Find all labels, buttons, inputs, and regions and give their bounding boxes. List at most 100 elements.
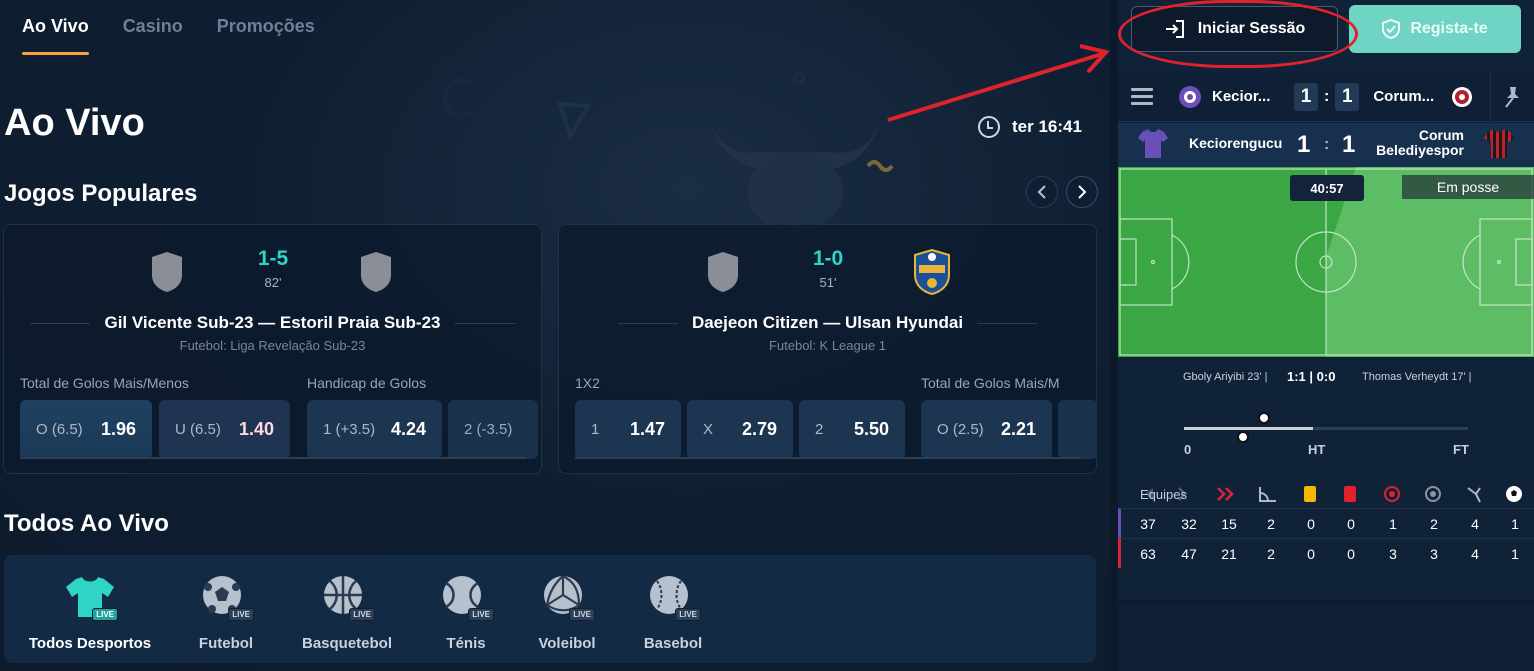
decorative-ring [442, 78, 482, 118]
market-label: 1X2 [575, 375, 600, 391]
right-panel-footer [1118, 600, 1534, 671]
odd-button[interactable]: 1 (+3.5) 4.24 [307, 400, 442, 459]
away-scorer: Thomas Verheydt 17' | [1362, 371, 1472, 383]
sport-filter-baseball[interactable]: LIVE Basebol [603, 573, 743, 652]
score-summary: 1:1 | 0:0 [1287, 369, 1336, 384]
football-icon: LIVE [198, 573, 254, 621]
match-timeline [1184, 427, 1468, 430]
scorebar-away-team: Corum... [1373, 88, 1435, 105]
match-score: 1-0 [812, 247, 844, 270]
shot-on-target-icon [1372, 483, 1412, 505]
baseball-icon: LIVE [645, 573, 701, 621]
market-label: Total de Golos Mais/M [921, 375, 1060, 391]
shield-check-icon [1382, 19, 1401, 39]
odd-button[interactable] [1058, 400, 1096, 459]
goal-icon [1494, 483, 1534, 505]
tab-casino[interactable]: Casino [123, 16, 183, 55]
tennis-icon: LIVE [438, 573, 494, 621]
odd-button[interactable]: 2 5.50 [799, 400, 905, 459]
sport-filter-football[interactable]: LIVE Futebol [156, 573, 296, 652]
away-team-logo-icon [1452, 86, 1473, 107]
decorative-circle [793, 72, 805, 84]
home-team-name: Keciorengucu [1189, 135, 1283, 151]
scorebar-home-team: Kecior... [1212, 88, 1271, 105]
shot-off-target-icon [1413, 483, 1453, 505]
match-scorebar[interactable]: Kecior... 1 : 1 Corum... [1118, 72, 1534, 122]
possession-label: Em posse [1402, 175, 1534, 199]
team-shield-icon [708, 252, 738, 292]
top-nav: Ao Vivo Casino Promoções [22, 16, 315, 55]
section-title-popular: Jogos Populares [4, 180, 198, 207]
carousel-prev-button[interactable] [1026, 176, 1058, 208]
pin-icon [1504, 87, 1519, 108]
tab-ao-vivo[interactable]: Ao Vivo [22, 16, 89, 55]
match-minute: 82' [264, 275, 282, 290]
live-pitch-tracker: 40:57 Em posse [1118, 167, 1534, 357]
match-clock: 40:57 [1290, 175, 1364, 201]
stats-row-home: 37 32 15 2 0 0 1 2 4 1 [1118, 508, 1534, 538]
odd-button[interactable]: O (6.5) 1.96 [20, 400, 152, 459]
match-league: Futebol: Liga Revelação Sub-23 [179, 338, 366, 353]
stats-row-away: 63 47 21 2 0 0 3 3 4 1 [1118, 538, 1534, 568]
scorebar-home-score: 1 [1294, 82, 1318, 111]
timeline-progress [1184, 427, 1314, 430]
goal-ball-icon [1237, 431, 1249, 443]
login-button[interactable]: Iniciar Sessão [1131, 6, 1338, 52]
team-shield-icon [361, 252, 391, 292]
match-events: Gboly Ariyibi 23' | 1:1 | 0:0 Thomas Ver… [1118, 357, 1534, 481]
sport-filter-all[interactable]: LIVE Todos Desportos [20, 573, 160, 652]
tab-promocoes[interactable]: Promoções [217, 16, 315, 55]
odd-button[interactable]: O (2.5) 2.21 [921, 400, 1052, 459]
basketball-icon: LIVE [319, 573, 375, 621]
match-card[interactable]: 1-5 82' Gil Vicente Sub-23 — Estoril Pra… [3, 224, 542, 474]
chevron-left-icon [1037, 185, 1046, 199]
odd-button[interactable]: 1 1.47 [575, 400, 681, 459]
match-title: Daejeon Citizen — Ulsan Hyundai [559, 313, 1096, 333]
match-league: Futebol: K League 1 [768, 338, 887, 353]
pin-button[interactable] [1490, 72, 1534, 122]
match-title: Gil Vicente Sub-23 — Estoril Praia Sub-2… [4, 313, 541, 333]
home-jersey-icon [1138, 129, 1168, 158]
penalty-icon [1454, 483, 1494, 505]
sports-filter-bar: LIVE Todos Desportos LIVE Futebol LIVE B… [4, 555, 1096, 663]
shirt-icon: LIVE [62, 573, 118, 621]
login-icon [1165, 20, 1184, 38]
odd-button[interactable]: U (6.5) 1.40 [159, 400, 290, 459]
stats-header-label: Equipes [1140, 487, 1187, 502]
away-team-name: Corum Belediyespor [1376, 127, 1464, 158]
annotation-arrow [887, 44, 1110, 122]
match-detail-header: Keciorengucu 1 : 1 Corum Belediyespor [1118, 123, 1534, 167]
chevron-right-icon [1078, 185, 1087, 199]
menu-icon[interactable] [1118, 88, 1166, 105]
odd-button[interactable]: X 2.79 [687, 400, 793, 459]
match-stats-table: Equipes 37 32 15 2 0 0 1 2 4 1 63 47 21 … [1118, 481, 1534, 599]
horizontal-scrollbar[interactable] [20, 457, 526, 459]
match-score: 1-5 [257, 247, 289, 270]
red-card-icon [1330, 483, 1370, 505]
ulsan-hyundai-logo-icon [914, 249, 950, 295]
team-shield-icon [152, 252, 182, 292]
bull-mascot-illustration [710, 120, 894, 232]
horizontal-scrollbar[interactable] [575, 457, 1081, 459]
match-minute: 51' [819, 275, 837, 290]
market-label: Total de Golos Mais/Menos [20, 375, 189, 391]
carousel-arrows [1026, 176, 1098, 208]
volleyball-icon: LIVE [539, 573, 595, 621]
home-team-logo-icon [1179, 85, 1201, 108]
goal-ball-icon [1258, 412, 1270, 424]
section-title-all-live: Todos Ao Vivo [4, 510, 169, 537]
match-card[interactable]: 1-0 51' Daejeon Citizen — Ulsan Hyundai … [558, 224, 1097, 474]
home-scorer: Gboly Ariyibi 23' | [1183, 371, 1268, 383]
stats-header: Equipes [1118, 481, 1534, 508]
scorebar-away-score: 1 [1335, 82, 1360, 111]
market-label: Handicap de Golos [307, 375, 427, 391]
odd-button[interactable]: 2 (-3.5) [448, 400, 538, 459]
away-jersey-icon [1484, 129, 1514, 158]
register-button[interactable]: Regista-te [1349, 5, 1521, 53]
corner-icon [1248, 483, 1288, 505]
away-score: 1 [1342, 131, 1356, 158]
page-title: Ao Vivo [4, 102, 145, 144]
yellow-card-icon [1290, 483, 1330, 505]
decorative-triangle [557, 101, 592, 140]
carousel-next-button[interactable] [1066, 176, 1098, 208]
